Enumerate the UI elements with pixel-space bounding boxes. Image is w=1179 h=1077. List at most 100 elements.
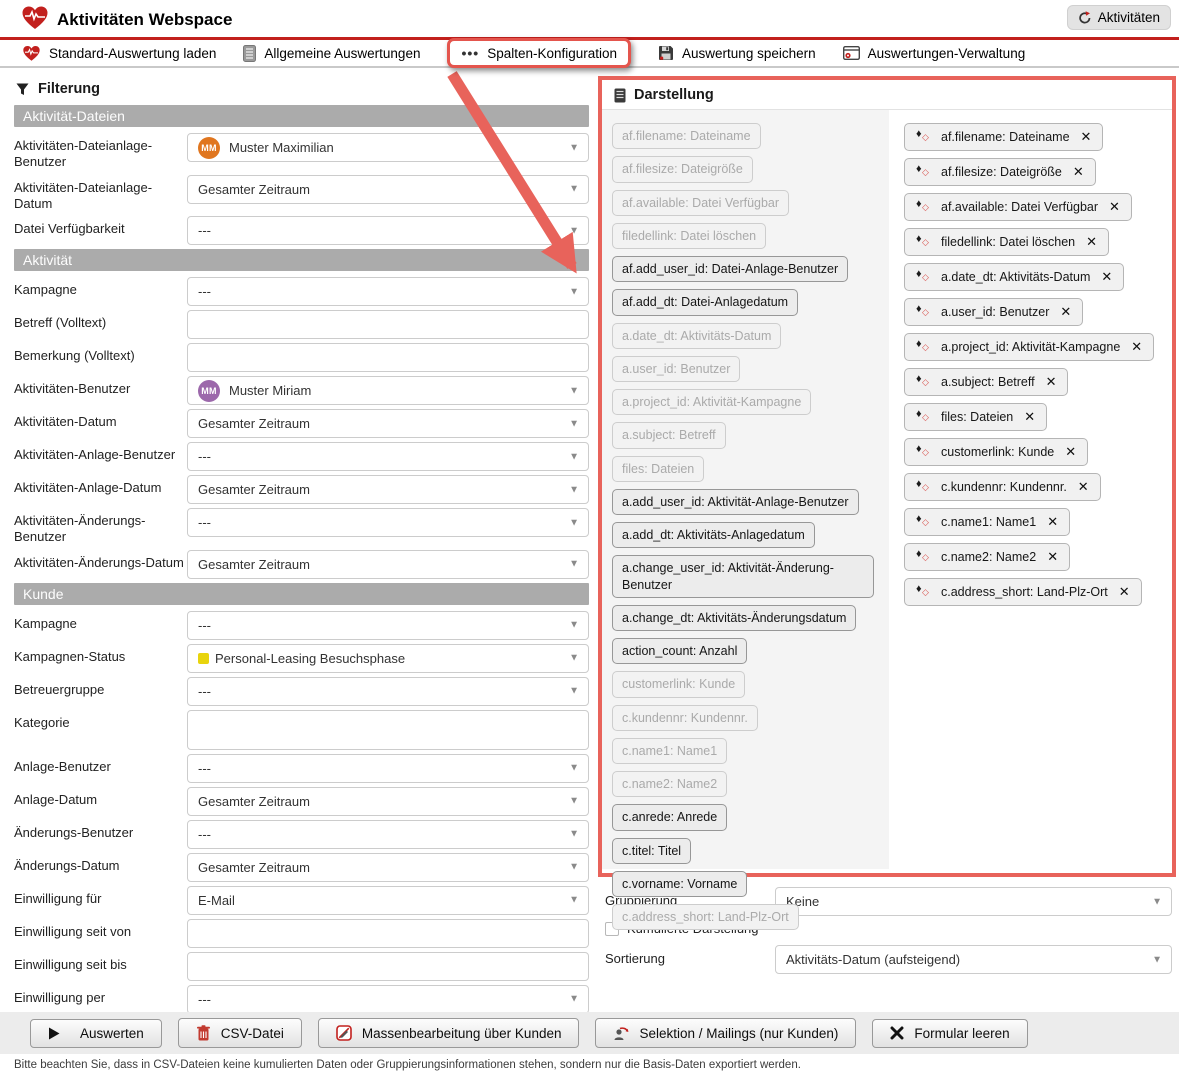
available-column-chip[interactable]: action_count: Anzahl: [612, 638, 747, 664]
toolbar-load-standard-report[interactable]: Standard-Auswertung laden: [22, 45, 216, 62]
available-column-chip[interactable]: af.add_dt: Datei-Anlagedatum: [612, 289, 798, 315]
remove-column-icon[interactable]: ✕: [1073, 164, 1084, 180]
drag-handle-icon[interactable]: ♦◇: [916, 271, 930, 284]
filter-select[interactable]: Gesamter Zeitraum▼: [187, 175, 589, 204]
filter-select[interactable]: ---▼: [187, 985, 589, 1014]
grouping-select[interactable]: Keine ▼: [775, 887, 1172, 916]
available-column-chip[interactable]: a.add_dt: Aktivitäts-Anlagedatum: [612, 522, 815, 548]
filter-field-label: Einwilligung seit bis: [14, 952, 187, 973]
toolbar-column-configuration[interactable]: ••• Spalten-Konfiguration: [447, 38, 631, 68]
filter-select[interactable]: Gesamter Zeitraum▼: [187, 550, 589, 579]
filter-select[interactable]: ---▼: [187, 277, 589, 306]
drag-handle-icon[interactable]: ♦◇: [916, 551, 930, 564]
filter-select[interactable]: ---▼: [187, 508, 589, 537]
filter-select[interactable]: Personal-Leasing Besuchsphase▼: [187, 644, 589, 673]
filter-text-input[interactable]: [187, 343, 589, 372]
filter-select[interactable]: Gesamter Zeitraum▼: [187, 409, 589, 438]
filter-select-value: Gesamter Zeitraum: [198, 860, 310, 875]
filter-select[interactable]: Gesamter Zeitraum▼: [187, 787, 589, 816]
clear-form-button[interactable]: Formular leeren: [872, 1019, 1027, 1048]
remove-column-icon[interactable]: ✕: [1086, 234, 1097, 250]
drag-handle-icon[interactable]: ♦◇: [916, 131, 930, 144]
available-column-chip[interactable]: a.change_user_id: Aktivität-Änderung-Ben…: [612, 555, 874, 598]
filter-select[interactable]: Gesamter Zeitraum▼: [187, 475, 589, 504]
selected-column-chip[interactable]: ♦◇af.filesize: Dateigröße✕: [904, 158, 1096, 186]
filter-select[interactable]: ---▼: [187, 820, 589, 849]
filter-select[interactable]: ---▼: [187, 611, 589, 640]
selected-column-chip[interactable]: ♦◇c.name2: Name2✕: [904, 543, 1070, 571]
remove-column-icon[interactable]: ✕: [1065, 444, 1076, 460]
drag-handle-icon[interactable]: ♦◇: [916, 201, 930, 214]
remove-column-icon[interactable]: ✕: [1131, 339, 1142, 355]
available-column-chip[interactable]: af.add_user_id: Datei-Anlage-Benutzer: [612, 256, 848, 282]
drag-handle-icon[interactable]: ♦◇: [916, 376, 930, 389]
filter-select[interactable]: MMMuster Maximilian▼: [187, 133, 589, 162]
remove-column-icon[interactable]: ✕: [1101, 269, 1112, 285]
remove-column-icon[interactable]: ✕: [1024, 409, 1035, 425]
remove-column-icon[interactable]: ✕: [1046, 374, 1057, 390]
filter-select[interactable]: E-Mail▼: [187, 886, 589, 915]
selected-column-chip[interactable]: ♦◇af.available: Datei Verfügbar✕: [904, 193, 1132, 221]
available-column-chip: a.date_dt: Aktivitäts-Datum: [612, 323, 781, 349]
remove-column-icon[interactable]: ✕: [1109, 199, 1120, 215]
selected-column-chip[interactable]: ♦◇filedellink: Datei löschen✕: [904, 228, 1109, 256]
filter-select[interactable]: Gesamter Zeitraum▼: [187, 853, 589, 882]
remove-column-icon[interactable]: ✕: [1081, 129, 1092, 145]
diamond-filled-icon: ♦: [916, 163, 922, 175]
evaluate-button[interactable]: Auswerten: [30, 1019, 162, 1048]
drag-handle-icon[interactable]: ♦◇: [916, 166, 930, 179]
available-column-chip[interactable]: c.titel: Titel: [612, 838, 691, 864]
selected-column-chip[interactable]: ♦◇af.filename: Dateiname✕: [904, 123, 1103, 151]
refresh-activities-button[interactable]: Aktivitäten: [1067, 5, 1171, 30]
diamond-filled-icon: ♦: [916, 268, 922, 280]
selected-column-chip[interactable]: ♦◇a.subject: Betreff✕: [904, 368, 1068, 396]
remove-column-icon[interactable]: ✕: [1119, 584, 1130, 600]
drag-handle-icon[interactable]: ♦◇: [916, 341, 930, 354]
filter-select[interactable]: ---▼: [187, 442, 589, 471]
filter-text-input[interactable]: [187, 310, 589, 339]
drag-handle-icon[interactable]: ♦◇: [916, 306, 930, 319]
drag-handle-icon[interactable]: ♦◇: [916, 516, 930, 529]
filter-field-label: Bemerkung (Volltext): [14, 343, 187, 364]
filter-text-input[interactable]: [187, 952, 589, 981]
chevron-down-icon: ▼: [569, 796, 579, 807]
drag-handle-icon[interactable]: ♦◇: [916, 586, 930, 599]
csv-file-button[interactable]: CSV-Datei: [178, 1018, 302, 1048]
filter-text-input[interactable]: [187, 919, 589, 948]
available-column-chip[interactable]: a.add_user_id: Aktivität-Anlage-Benutzer: [612, 489, 859, 515]
filter-select[interactable]: ---▼: [187, 677, 589, 706]
selection-mailings-button[interactable]: Selektion / Mailings (nur Kunden): [595, 1018, 856, 1048]
filter-select[interactable]: ---▼: [187, 216, 589, 245]
drag-handle-icon[interactable]: ♦◇: [916, 411, 930, 424]
sorting-select[interactable]: Aktivitäts-Datum (aufsteigend) ▼: [775, 945, 1172, 974]
filter-select[interactable]: ---▼: [187, 754, 589, 783]
toolbar-general-reports[interactable]: Allgemeine Auswertungen: [243, 45, 420, 62]
available-column-chip[interactable]: a.change_dt: Aktivitäts-Änderungsdatum: [612, 605, 856, 631]
selected-column-chip[interactable]: ♦◇files: Dateien✕: [904, 403, 1047, 431]
available-column-chip[interactable]: c.vorname: Vorname: [612, 871, 747, 897]
mass-edit-button[interactable]: Massenbearbeitung über Kunden: [318, 1018, 580, 1048]
selected-column-chip[interactable]: ♦◇c.name1: Name1✕: [904, 508, 1070, 536]
selected-column-chip[interactable]: ♦◇c.kundennr: Kundennr.✕: [904, 473, 1101, 501]
selected-column-chip[interactable]: ♦◇a.date_dt: Aktivitäts-Datum✕: [904, 263, 1124, 291]
remove-column-icon[interactable]: ✕: [1078, 479, 1089, 495]
toolbar-save-report[interactable]: Auswertung speichern: [658, 45, 816, 61]
filter-text-input[interactable]: [187, 710, 589, 750]
selected-column-chip[interactable]: ♦◇c.address_short: Land-Plz-Ort✕: [904, 578, 1142, 606]
selected-column-chip[interactable]: ♦◇a.user_id: Benutzer✕: [904, 298, 1083, 326]
toolbar-reports-management[interactable]: Auswertungen-Verwaltung: [843, 46, 1026, 61]
diamond-filled-icon: ♦: [916, 233, 922, 245]
drag-handle-icon[interactable]: ♦◇: [916, 481, 930, 494]
filter-row: Anlage-DatumGesamter Zeitraum▼: [14, 787, 589, 816]
remove-column-icon[interactable]: ✕: [1047, 514, 1058, 530]
available-column-chip[interactable]: c.anrede: Anrede: [612, 804, 727, 830]
filter-select[interactable]: MMMuster Miriam▼: [187, 376, 589, 405]
chevron-down-icon: ▼: [569, 895, 579, 906]
mass-edit-button-label: Massenbearbeitung über Kunden: [362, 1026, 562, 1041]
drag-handle-icon[interactable]: ♦◇: [916, 446, 930, 459]
drag-handle-icon[interactable]: ♦◇: [916, 236, 930, 249]
selected-column-chip[interactable]: ♦◇customerlink: Kunde✕: [904, 438, 1088, 466]
remove-column-icon[interactable]: ✕: [1060, 304, 1071, 320]
selected-column-chip[interactable]: ♦◇a.project_id: Aktivität-Kampagne✕: [904, 333, 1154, 361]
remove-column-icon[interactable]: ✕: [1047, 549, 1058, 565]
